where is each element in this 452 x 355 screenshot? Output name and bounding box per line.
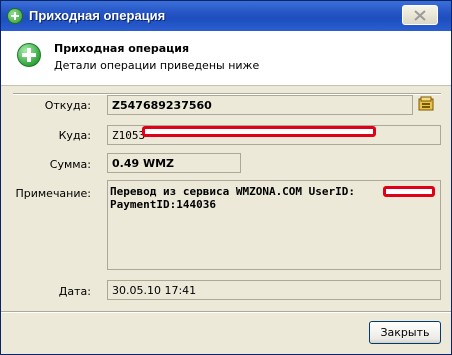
redaction-mark [142,126,376,137]
title-bar[interactable]: Приходная операция [1,1,451,31]
amount-label: Сумма: [49,158,91,171]
separator [1,311,451,313]
date-field[interactable]: 30.05.10 17:41 [107,280,441,300]
note-label: Примечание: [15,187,91,200]
purse-icon[interactable] [418,96,435,112]
close-icon [414,10,426,21]
from-value: Z547689237560 [112,99,212,112]
dialog-header: Приходная операция Детали операции приве… [1,31,451,86]
dialog-window: Приходная операция Приходная операция Де… [0,0,452,355]
plus-circle-icon [17,43,41,67]
close-button[interactable]: Закрыть [369,321,441,344]
date-value: 30.05.10 17:41 [112,284,197,297]
from-field[interactable]: Z547689237560 [107,95,413,115]
to-label: Куда: [58,129,91,142]
window-title: Приходная операция [29,8,166,23]
amount-field[interactable]: 0.49 WMZ [107,153,241,173]
from-label: Откуда: [44,99,91,112]
note-line-2: PaymentID:144036 [110,198,216,211]
redaction-mark [383,186,435,197]
date-label: Дата: [58,285,91,298]
header-subtitle: Детали операции приведены ниже [54,59,260,72]
window-close-button[interactable] [402,5,438,25]
amount-value: 0.49 WMZ [112,157,175,170]
note-line-1: Перевод из сервиса WMZONA.COM UserID: [110,185,356,198]
header-title: Приходная операция [54,42,190,55]
plus-circle-icon [7,8,23,24]
to-value: Z1053 [112,129,146,142]
